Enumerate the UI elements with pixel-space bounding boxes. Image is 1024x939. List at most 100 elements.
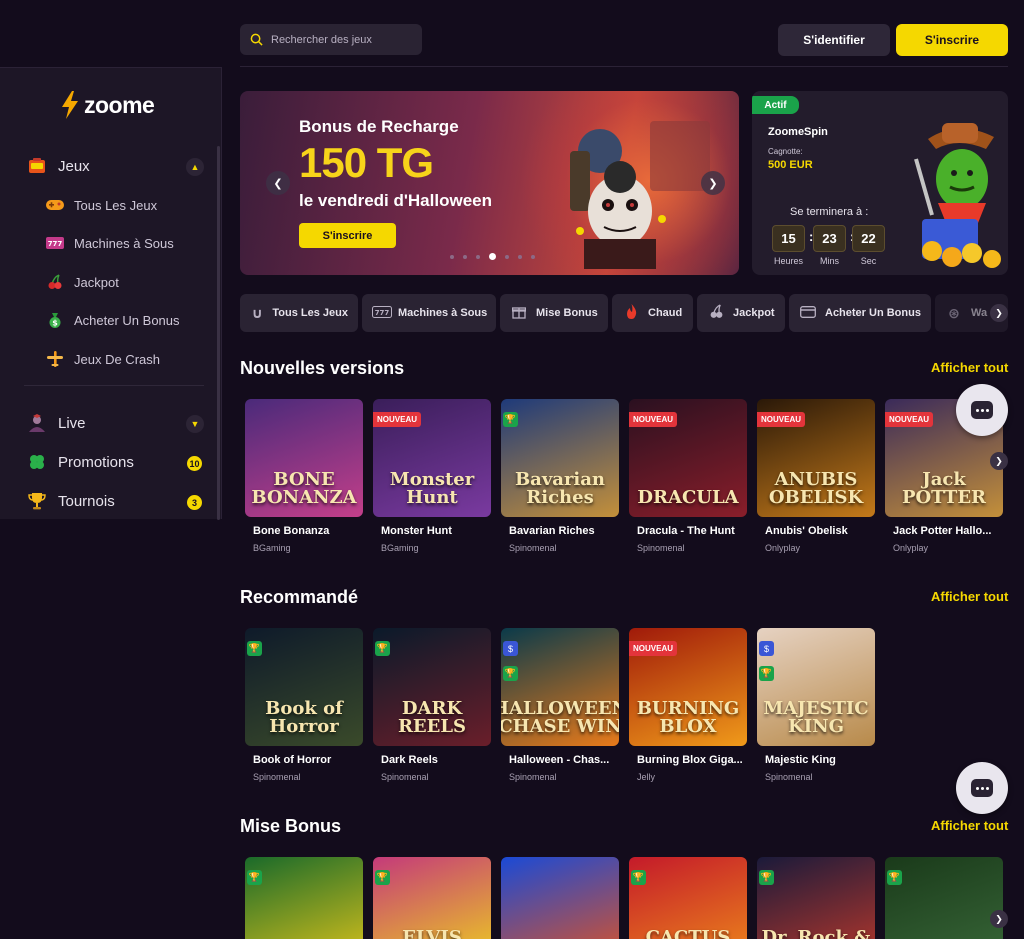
game-thumbnail[interactable]: ELVIS FROG 🏆 bbox=[373, 857, 491, 939]
sidebar-subitem-crash-games[interactable]: Jeux De Crash bbox=[46, 350, 160, 368]
game-name: Burning Blox Giga... bbox=[637, 754, 743, 766]
trophy-icon bbox=[28, 492, 46, 510]
promo-banner[interactable]: Bonus de Recharge 150 TG le vendredi d'H… bbox=[240, 91, 739, 275]
game-thumbnail[interactable]: 🏆 bbox=[885, 857, 1003, 939]
trophy-icon: 🏆 bbox=[503, 666, 518, 681]
new-row-scroll-right-icon[interactable]: ❯ bbox=[990, 452, 1008, 470]
chat-button[interactable] bbox=[956, 762, 1008, 814]
game-card[interactable]: ANUBIS OBELISK NOUVEAU Anubis' Obelisk Only… bbox=[757, 399, 875, 553]
search-input[interactable] bbox=[271, 33, 411, 46]
chat-button[interactable] bbox=[956, 384, 1008, 436]
logo[interactable]: zoome bbox=[60, 91, 155, 119]
category-label: Acheter Un Bonus bbox=[825, 307, 921, 319]
pagination-dot[interactable] bbox=[463, 254, 467, 259]
pagination-dot[interactable] bbox=[450, 254, 454, 259]
game-card[interactable]: MAJESTIC KING $ 🏆 Majestic King Spinomenal bbox=[757, 628, 875, 782]
game-card[interactable]: BONE BONANZA Bone Bonanza BGaming bbox=[245, 399, 363, 553]
game-thumbnail[interactable]: BURNING BLOX NOUVEAU bbox=[629, 628, 747, 746]
game-art-title: BONE BONANZA bbox=[251, 469, 357, 508]
bonus-row-scroll-right-icon[interactable]: ❯ bbox=[990, 910, 1008, 928]
game-name: Bavarian Riches bbox=[509, 525, 595, 537]
chevron-up-icon[interactable]: ▲ bbox=[186, 158, 204, 176]
pagination-dot[interactable] bbox=[531, 254, 535, 259]
game-card[interactable]: CACTUS RICHES 🏆 bbox=[629, 857, 747, 939]
coin-icon: $ bbox=[759, 641, 774, 656]
chevron-down-icon[interactable]: ▼ bbox=[186, 415, 204, 433]
game-card[interactable]: 🏆 bbox=[885, 857, 1003, 939]
search-bar[interactable] bbox=[240, 24, 422, 55]
sidebar-item-tournois[interactable]: Tournois bbox=[28, 492, 115, 510]
money-bag-icon: $ bbox=[46, 311, 64, 329]
sidebar-subitem-slots[interactable]: 777 Machines à Sous bbox=[46, 234, 174, 252]
game-thumbnail[interactable]: MAJESTIC KING $ 🏆 bbox=[757, 628, 875, 746]
hours-label: Heures bbox=[773, 256, 803, 266]
game-thumbnail[interactable]: DARK REELS 🏆 bbox=[373, 628, 491, 746]
banner-pagination bbox=[450, 253, 535, 260]
sidebar-scrollbar[interactable] bbox=[217, 146, 220, 520]
banner-signup-button[interactable]: S'inscrire bbox=[299, 223, 396, 248]
game-card[interactable]: BURNING BLOX NOUVEAU Burning Blox Giga... J… bbox=[629, 628, 747, 782]
trophy-icon: 🏆 bbox=[759, 870, 774, 885]
game-card[interactable]: TNT bbox=[501, 857, 619, 939]
game-card[interactable]: ELVIS FROG 🏆 bbox=[373, 857, 491, 939]
sidebar-item-label: Live bbox=[58, 414, 86, 432]
game-thumbnail[interactable]: HALLOWEEN CHASE WIN $ 🏆 bbox=[501, 628, 619, 746]
sidebar-item-promotions[interactable]: Promotions bbox=[28, 453, 134, 471]
category-tab-all-games[interactable]: ∪ Tous Les Jeux bbox=[240, 294, 358, 332]
login-button[interactable]: S'identifier bbox=[778, 24, 890, 56]
sidebar-subitem-all-games[interactable]: Tous Les Jeux bbox=[46, 196, 157, 214]
countdown-minutes: 23 bbox=[813, 225, 846, 252]
sidebar-subitem-jackpot[interactable]: Jackpot bbox=[46, 273, 119, 291]
category-tab-slots[interactable]: 777 Machines à Sous bbox=[362, 294, 496, 332]
game-thumbnail[interactable]: Book of Horror 🏆 bbox=[245, 628, 363, 746]
chat-icon bbox=[971, 401, 993, 419]
pagination-dot[interactable] bbox=[518, 254, 522, 259]
game-card[interactable]: Monster Hunt NOUVEAU Monster Hunt BGaming bbox=[373, 399, 491, 553]
game-thumbnail[interactable]: Bavarian Riches 🏆 bbox=[501, 399, 619, 517]
trophy-icon: 🏆 bbox=[247, 870, 262, 885]
pagination-dot[interactable] bbox=[489, 253, 496, 260]
banner-next-arrow-icon[interactable]: ❯ bbox=[701, 171, 725, 195]
wheel-icon: ⊛ bbox=[948, 304, 960, 321]
game-card[interactable]: HALLOWEEN CHASE WIN $ 🏆 Halloween - Chas...… bbox=[501, 628, 619, 782]
pagination-dot[interactable] bbox=[476, 254, 480, 259]
game-card[interactable]: DARK REELS 🏆 Dark Reels Spinomenal bbox=[373, 628, 491, 782]
category-scroll-right-icon[interactable]: ❯ bbox=[990, 304, 1008, 322]
game-name: Halloween - Chas... bbox=[509, 754, 610, 766]
game-thumbnail[interactable]: DRACULA NOUVEAU bbox=[629, 399, 747, 517]
show-all-bonus-link[interactable]: Afficher tout bbox=[931, 818, 1008, 833]
game-thumbnail[interactable]: TNT bbox=[501, 857, 619, 939]
category-tab-bonus-bet[interactable]: Mise Bonus bbox=[500, 294, 608, 332]
game-thumbnail[interactable]: Dr. Rock & THE RIFF 🏆 bbox=[757, 857, 875, 939]
category-tab-buy-bonus[interactable]: Acheter Un Bonus bbox=[789, 294, 931, 332]
game-provider: BGaming bbox=[253, 543, 291, 553]
pagination-dot[interactable] bbox=[505, 254, 509, 259]
category-tab-jackpot[interactable]: Jackpot bbox=[697, 294, 785, 332]
777-icon: 777 bbox=[46, 234, 64, 252]
game-card[interactable]: Bavarian Riches 🏆 Bavarian Riches Spinomena… bbox=[501, 399, 619, 553]
trophy-icon: 🏆 bbox=[247, 641, 262, 656]
signup-button[interactable]: S'inscrire bbox=[896, 24, 1008, 56]
game-thumbnail[interactable]: ANUBIS OBELISK NOUVEAU bbox=[757, 399, 875, 517]
show-all-new-link[interactable]: Afficher tout bbox=[931, 360, 1008, 375]
show-all-recommended-link[interactable]: Afficher tout bbox=[931, 589, 1008, 604]
game-card[interactable]: DRACULA NOUVEAU Dracula - The Hunt Spinomen… bbox=[629, 399, 747, 553]
game-card[interactable]: Book of Horror 🏆 Book of Horror Spinomenal bbox=[245, 628, 363, 782]
gift-icon bbox=[510, 305, 528, 322]
tournois-count-badge: 3 bbox=[187, 495, 202, 510]
sidebar-subitem-buy-bonus[interactable]: $ Acheter Un Bonus bbox=[46, 311, 180, 329]
game-thumbnail[interactable]: BONE BONANZA bbox=[245, 399, 363, 517]
game-card[interactable]: Dr. Rock & THE RIFF 🏆 bbox=[757, 857, 875, 939]
trophy-icon: 🏆 bbox=[631, 870, 646, 885]
game-thumbnail[interactable]: CACTUS RICHES 🏆 bbox=[629, 857, 747, 939]
banner-prev-arrow-icon[interactable]: ❮ bbox=[266, 171, 290, 195]
zoomespin-card[interactable]: Actif ZoomeSpin Cagnotte: 500 EUR Se ter… bbox=[752, 91, 1008, 275]
category-tab-hot[interactable]: Chaud bbox=[612, 294, 693, 332]
game-thumbnail[interactable]: Monster Hunt NOUVEAU bbox=[373, 399, 491, 517]
trophy-icon: 🏆 bbox=[375, 870, 390, 885]
game-card[interactable]: 🏆 bbox=[245, 857, 363, 939]
game-name: Majestic King bbox=[765, 754, 836, 766]
game-thumbnail[interactable]: 🏆 bbox=[245, 857, 363, 939]
sidebar-item-live[interactable]: Live bbox=[28, 414, 86, 432]
sidebar-item-jeux[interactable]: Jeux bbox=[28, 157, 90, 175]
